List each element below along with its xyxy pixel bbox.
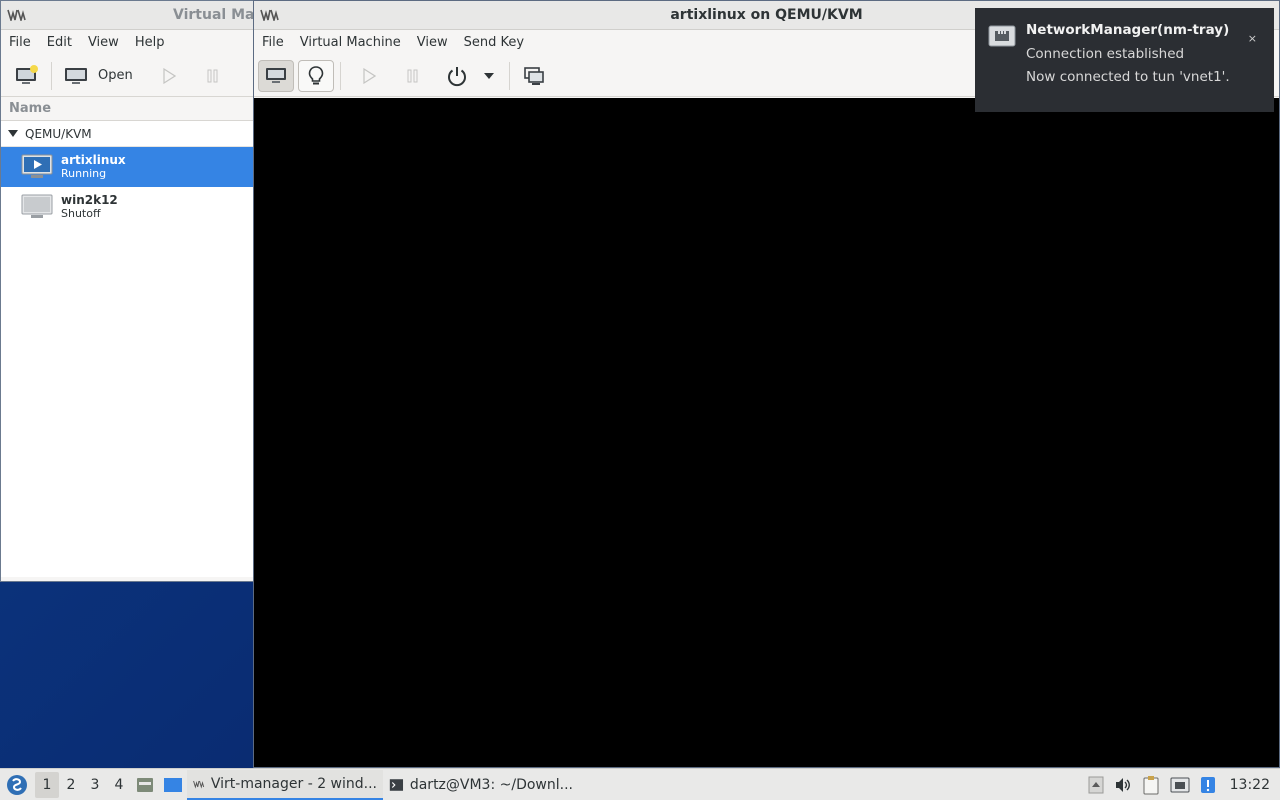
show-console-button[interactable] [258, 59, 294, 92]
vm-display-screen[interactable] [254, 98, 1279, 767]
menu-view[interactable]: View [80, 35, 127, 50]
network-wired-icon [988, 25, 1016, 47]
open-vm-button[interactable]: Open [58, 60, 139, 92]
start-menu-button[interactable] [3, 771, 31, 799]
pause-button[interactable] [395, 60, 431, 92]
virt-manager-logo-icon [260, 8, 282, 22]
power-icon [448, 66, 466, 86]
show-desktop-button[interactable] [159, 770, 187, 800]
expander-arrow-icon[interactable] [8, 130, 18, 137]
menu-help[interactable]: Help [127, 35, 173, 50]
menu-edit[interactable]: Edit [39, 35, 80, 50]
virt-manager-logo-icon [193, 780, 205, 789]
workspace-3[interactable]: 3 [83, 777, 107, 793]
close-icon[interactable]: × [1248, 32, 1257, 45]
lightbulb-icon [308, 65, 324, 84]
menu-virtual-machine[interactable]: Virtual Machine [292, 35, 409, 50]
menu-file[interactable]: File [254, 35, 292, 50]
toolbar-separator [509, 61, 510, 90]
task-label: Virt-manager - 2 wind... [210, 775, 377, 792]
connection-group-row[interactable]: QEMU/KVM [1, 121, 253, 147]
volume-icon[interactable] [1114, 776, 1132, 794]
connection-label: QEMU/KVM [25, 126, 92, 141]
manager-toolbar: Open [1, 55, 253, 97]
task-virt-manager[interactable]: Virt-manager - 2 wind... [187, 769, 383, 800]
show-details-button[interactable] [298, 59, 334, 92]
network-wired-icon[interactable] [1170, 776, 1190, 794]
notification-title: NetworkManager(nm-tray) [1026, 22, 1230, 38]
vm-running-icon [21, 154, 53, 178]
pause-icon [407, 69, 418, 82]
play-icon [163, 67, 176, 84]
toolbar-separator [51, 61, 52, 90]
taskbar: 1 2 3 4 Virt-manager - 2 wind... dartz@V… [0, 768, 1280, 800]
shutdown-menu-button[interactable] [475, 60, 503, 92]
manager-menubar: File Edit View Help [1, 30, 253, 55]
vm-list: QEMU/KVM artixlinux Running win2k12 Shut… [1, 121, 253, 577]
system-tray: 13:22 [1088, 775, 1280, 795]
file-manager-icon [137, 777, 153, 792]
menu-send-key[interactable]: Send Key [456, 35, 532, 50]
monitor-icon [65, 67, 87, 84]
task-label: dartz@VM3: ~/Downl... [409, 776, 573, 793]
fullscreen-button[interactable] [516, 60, 552, 92]
pause-icon [207, 69, 218, 82]
vm-state: Running [61, 167, 107, 180]
notification-line-1: Connection established [1026, 46, 1185, 62]
workspace-4[interactable]: 4 [107, 777, 131, 793]
notification-popup[interactable]: NetworkManager(nm-tray) Connection estab… [975, 8, 1274, 112]
workspace-1[interactable]: 1 [35, 771, 59, 798]
file-manager-launcher[interactable] [131, 770, 159, 800]
monitor-icon [266, 67, 286, 83]
fullscreen-icon [524, 66, 544, 85]
terminal-icon [389, 778, 404, 791]
run-button[interactable] [351, 60, 387, 92]
play-icon [363, 67, 376, 84]
vm-manager-window: Virtual Machine Manager File Edit View H… [0, 0, 254, 582]
workspace-2[interactable]: 2 [59, 777, 83, 793]
pause-vm-button[interactable] [195, 60, 231, 92]
menu-view[interactable]: View [409, 35, 456, 50]
manager-title: Virtual Machine Manager [173, 7, 253, 23]
distro-logo-icon [7, 774, 27, 795]
new-vm-button[interactable] [9, 60, 45, 92]
notification-line-2: Now connected to tun 'vnet1'. [1026, 69, 1230, 85]
vm-name: artixlinux [61, 153, 126, 167]
vm-state: Shutoff [61, 207, 101, 220]
toolbar-separator [340, 61, 341, 90]
run-vm-button[interactable] [151, 60, 187, 92]
column-header-name[interactable]: Name [1, 97, 253, 121]
tray-up-arrow-icon[interactable] [1088, 776, 1104, 794]
vm-row-win2k12[interactable]: win2k12 Shutoff [1, 187, 253, 227]
vm-console-window: artixlinux on QEMU/KVM File Virtual Mach… [253, 0, 1280, 768]
vm-row-artixlinux[interactable]: artixlinux Running [1, 147, 253, 187]
updates-icon[interactable] [1200, 776, 1216, 794]
console-title: artixlinux on QEMU/KVM [670, 7, 863, 23]
menu-file[interactable]: File [1, 35, 39, 50]
desktop-icon [164, 777, 182, 792]
manager-titlebar[interactable]: Virtual Machine Manager [1, 1, 253, 30]
task-terminal[interactable]: dartz@VM3: ~/Downl... [383, 770, 579, 800]
new-vm-icon [16, 64, 38, 84]
clock[interactable]: 13:22 [1230, 777, 1270, 793]
clipboard-icon[interactable] [1142, 775, 1160, 795]
vm-shutoff-icon [21, 194, 53, 218]
shutdown-button[interactable] [439, 60, 475, 92]
chevron-down-icon [484, 72, 494, 79]
open-label: Open [98, 68, 133, 83]
vm-name: win2k12 [61, 193, 118, 207]
virt-manager-logo-icon [7, 8, 29, 22]
